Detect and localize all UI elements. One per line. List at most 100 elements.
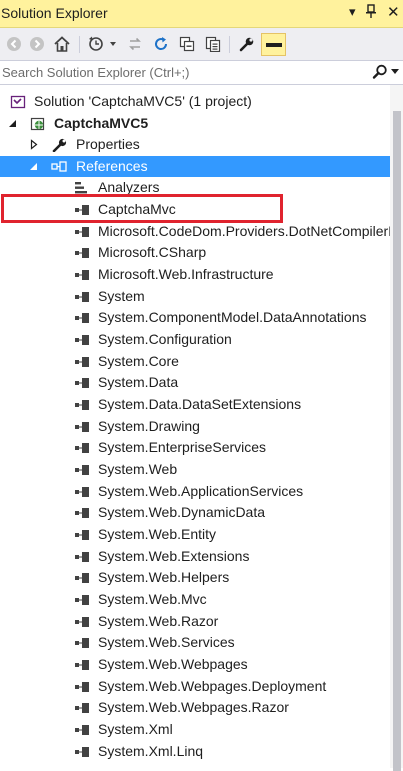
reference-label: System.Drawing [98,418,200,434]
reference-item[interactable]: System.Data [0,372,390,393]
reference-item[interactable]: System.Web.Services [0,632,390,653]
reference-item[interactable]: System.Configuration [0,329,390,350]
reference-icon [74,333,90,347]
properties-button[interactable] [236,33,258,55]
reference-label: System.ComponentModel.DataAnnotations [98,309,367,325]
collapse-all-icon [179,36,195,52]
pending-changes-filter-button[interactable] [86,33,120,55]
reference-item[interactable]: Microsoft.Web.Infrastructure [0,264,390,285]
sync-icon [129,37,141,51]
reference-item[interactable]: CaptchaMvc [0,199,390,220]
reference-item[interactable]: System.Web.DynamicData [0,502,390,523]
reference-item[interactable]: System.Xml.Linq [0,741,390,762]
pending-changes-icon [89,36,116,51]
reference-label: System.Data [98,374,179,390]
reference-label: CaptchaMvc [98,201,176,217]
reference-item[interactable]: System.Web.Webpages.Razor [0,697,390,718]
reference-item[interactable]: System.Xml [0,719,390,740]
reference-label: Microsoft.CodeDom.Providers.DotNetCompil… [98,223,390,239]
reference-icon [74,290,90,304]
collapsed-arrow-icon[interactable] [29,139,39,150]
reference-item[interactable]: System.Web.Webpages [0,654,390,675]
show-all-files-icon [205,36,221,52]
reference-label: System.Web.DynamicData [98,504,266,520]
reference-item[interactable]: System.Web.Helpers [0,567,390,588]
reference-label: System.EnterpriseServices [98,439,267,455]
reference-label: System.Web.Helpers [98,569,230,585]
reference-item[interactable]: System.Web.Extensions [0,546,390,567]
tree-item-references[interactable]: References [0,156,390,177]
forward-button[interactable] [26,33,48,55]
analyzers-label: Analyzers [98,179,160,195]
reference-label: System.Web.Webpages.Deployment [98,678,327,694]
tree-item-solution[interactable]: Solution 'CaptchaMVC5' (1 project) [0,91,390,112]
tree-item-project[interactable]: CaptchaMVC5 [0,113,390,134]
preview-icon [265,42,282,47]
reference-icon [74,485,90,499]
reference-item[interactable]: System.ComponentModel.DataAnnotations [0,307,390,328]
show-all-files-button[interactable] [202,33,224,55]
chevron-down-icon[interactable] [391,69,399,74]
title-bar: Solution Explorer ▾ ✕ [0,0,403,28]
reference-item[interactable]: System.Core [0,351,390,372]
reference-icon [74,723,90,737]
references-icon [51,161,67,172]
reference-icon [74,311,90,325]
reference-icon [74,680,90,694]
properties-label: Properties [76,136,140,152]
toolbar-separator [229,36,230,53]
close-icon[interactable]: ✕ [387,3,400,21]
reference-item[interactable]: System.Drawing [0,416,390,437]
reference-label: System.Web.ApplicationServices [98,483,304,499]
reference-item[interactable]: System.EnterpriseServices [0,437,390,458]
reference-icon [74,268,90,282]
reference-icon [74,658,90,672]
reference-item[interactable]: System.Web.Mvc [0,589,390,610]
reference-item[interactable]: System.Web.Webpages.Deployment [0,676,390,697]
reference-label: System.Web.Webpages.Razor [98,699,289,715]
reference-item[interactable]: System.Web.Razor [0,611,390,632]
toolbar [0,28,403,61]
refresh-button[interactable] [150,33,172,55]
web-project-icon [30,117,45,131]
vertical-scrollbar[interactable] [390,85,403,771]
reference-icon [74,246,90,260]
analyzers-icon [75,182,87,194]
home-button[interactable] [51,33,73,55]
reference-item[interactable]: System.Web.Entity [0,524,390,545]
reference-icon [74,398,90,412]
search-input[interactable] [0,61,372,84]
toolbar-separator [79,36,80,53]
reference-label: System [98,288,145,304]
expanded-arrow-icon[interactable] [8,118,18,129]
tree-item-analyzers[interactable]: Analyzers [0,177,390,198]
scrollbar-thumb[interactable] [393,111,401,771]
tree-item-properties[interactable]: Properties [0,134,390,155]
preview-selected-items-button[interactable] [261,33,286,56]
reference-item[interactable]: Microsoft.CSharp [0,242,390,263]
reference-item[interactable]: System.Web [0,459,390,480]
reference-item[interactable]: System [0,286,390,307]
forward-icon [30,37,44,51]
reference-item[interactable]: System.Data.DataSetExtensions [0,394,390,415]
search-icon[interactable] [372,64,388,80]
reference-icon [74,441,90,455]
window-title: Solution Explorer [1,5,108,21]
sync-with-active-document-button[interactable] [124,33,146,55]
reference-icon [74,420,90,434]
window-menu-icon[interactable]: ▾ [349,4,356,20]
collapse-all-button[interactable] [176,33,198,55]
expanded-arrow-icon[interactable] [29,161,39,172]
reference-icon [74,550,90,564]
reference-icon [74,571,90,585]
pin-icon[interactable] [366,4,376,21]
reference-icon [74,593,90,607]
reference-icon [74,745,90,759]
reference-item[interactable]: System.Web.ApplicationServices [0,481,390,502]
properties-icon [239,37,254,52]
reference-item[interactable]: Microsoft.CodeDom.Providers.DotNetCompil… [0,221,390,242]
solution-label: Solution 'CaptchaMVC5' (1 project) [34,93,252,109]
reference-icon [74,225,90,239]
wrench-icon [52,138,67,152]
back-button[interactable] [3,33,25,55]
